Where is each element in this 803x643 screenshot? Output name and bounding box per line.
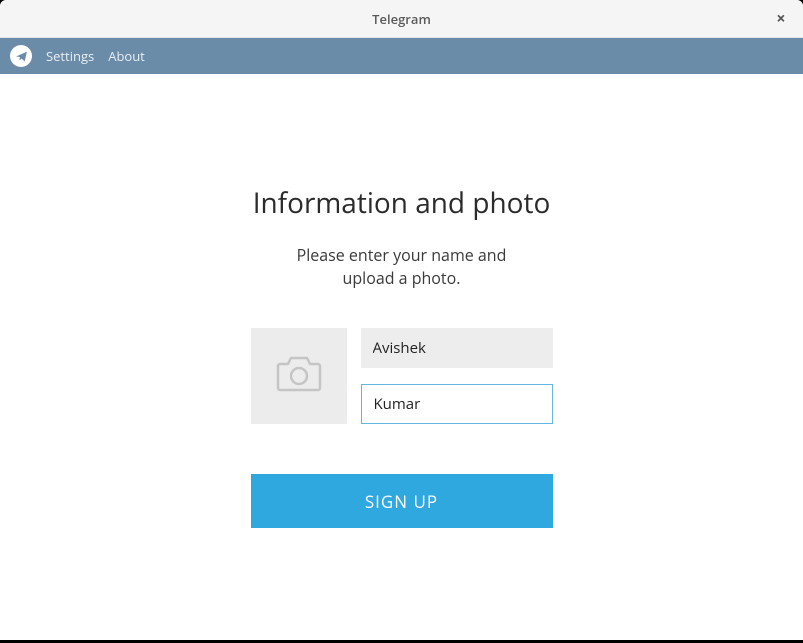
page-heading: Information and photo <box>253 184 551 222</box>
menu-about[interactable]: About <box>108 47 145 65</box>
subtext-line2: upload a photo. <box>343 267 461 289</box>
last-name-input[interactable] <box>361 384 553 424</box>
titlebar: Telegram × <box>0 0 803 38</box>
window-title: Telegram <box>372 10 431 28</box>
content-area: Information and photo Please enter your … <box>0 74 803 528</box>
first-name-input[interactable] <box>361 328 553 368</box>
telegram-icon <box>10 45 32 67</box>
signup-button[interactable]: SIGN UP <box>251 474 553 528</box>
form-row <box>251 328 553 424</box>
name-fields <box>361 328 553 424</box>
close-icon[interactable]: × <box>771 8 791 28</box>
app-window: Telegram × Settings About Information an… <box>0 0 803 640</box>
camera-icon <box>276 354 322 399</box>
menubar: Settings About <box>0 38 803 74</box>
photo-upload-button[interactable] <box>251 328 347 424</box>
subtext-line1: Please enter your name and <box>297 244 507 266</box>
page-subtext: Please enter your name and upload a phot… <box>297 244 507 290</box>
menu-settings[interactable]: Settings <box>46 47 94 65</box>
